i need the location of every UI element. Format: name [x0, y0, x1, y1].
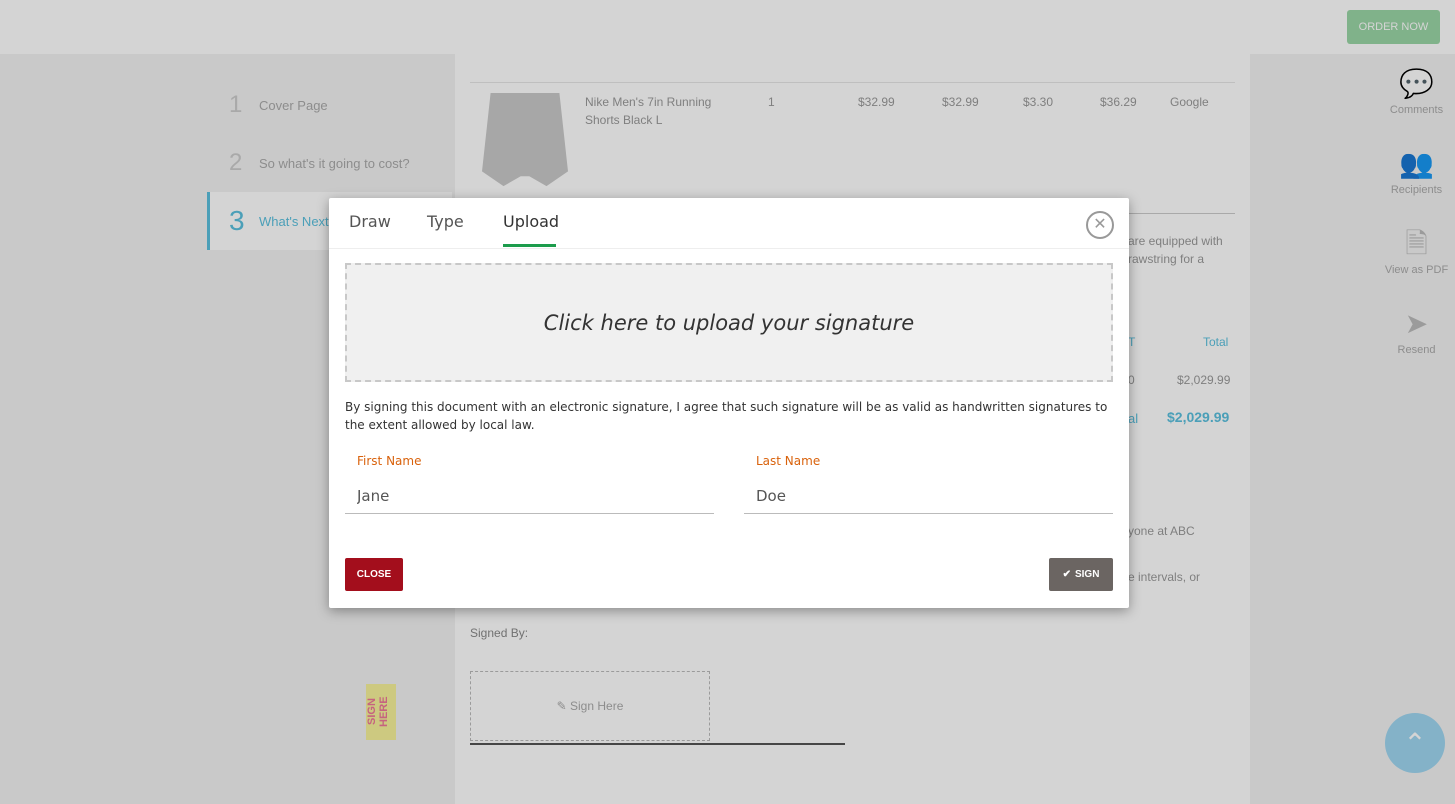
- signature-modal: Draw Type Upload ✕ Click here to upload …: [329, 198, 1129, 608]
- active-tab-indicator: [503, 244, 556, 247]
- sign-button[interactable]: ✔ SIGN: [1049, 558, 1113, 591]
- check-icon: ✔: [1062, 569, 1071, 580]
- close-button[interactable]: CLOSE: [345, 558, 403, 591]
- last-name-label: Last Name: [756, 454, 821, 468]
- signature-tabs: Draw Type Upload ✕: [329, 198, 1129, 249]
- tab-type[interactable]: Type: [427, 212, 464, 231]
- first-name-field[interactable]: [345, 478, 714, 514]
- last-name-field[interactable]: [744, 478, 1113, 514]
- signature-disclaimer: By signing this document with an electro…: [345, 400, 1108, 432]
- close-icon[interactable]: ✕: [1086, 211, 1114, 239]
- signature-upload-area[interactable]: Click here to upload your signature: [345, 263, 1113, 382]
- sign-button-label: SIGN: [1074, 569, 1100, 580]
- first-name-label: First Name: [357, 454, 422, 468]
- tab-upload[interactable]: Upload: [503, 212, 559, 231]
- tab-draw[interactable]: Draw: [349, 212, 391, 231]
